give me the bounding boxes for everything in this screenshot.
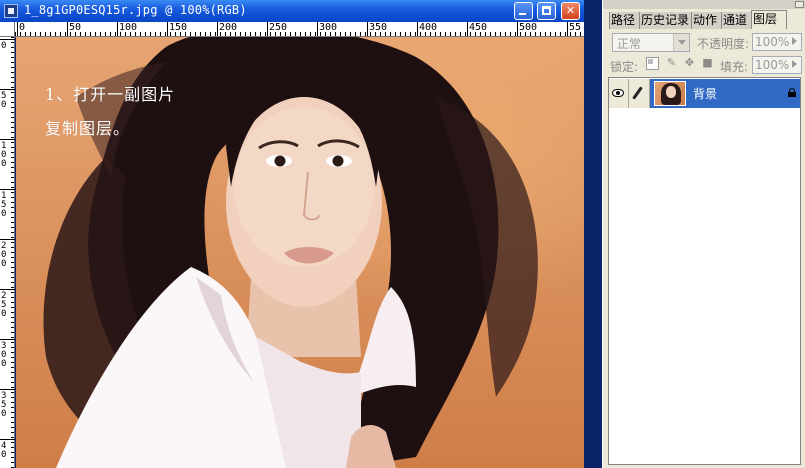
layers-list[interactable]: 背景	[608, 77, 801, 465]
layer-link-cell[interactable]	[629, 79, 650, 108]
panel-menu-arrow-icon[interactable]	[795, 1, 804, 8]
ruler-top-label: 200	[219, 22, 238, 33]
ruler-top-label: 350	[369, 22, 388, 33]
fill-value: 100%	[755, 58, 790, 72]
ruler-origin[interactable]	[0, 22, 15, 37]
ruler-top-label: 150	[169, 22, 188, 33]
fill-label: 填充:	[720, 60, 749, 74]
ruler-left-label: 350	[1, 391, 7, 419]
opacity-label: 不透明度:	[697, 37, 750, 51]
image-canvas[interactable]: 1、打开一副图片 复制图层。	[16, 37, 584, 468]
ruler-top-label: 400	[419, 22, 438, 33]
ruler-left-label: 300	[1, 341, 7, 369]
ruler-left-label: 0	[1, 41, 7, 51]
canvas-text-line-2: 复制图层。	[45, 119, 131, 138]
tab-actions[interactable]: 动作	[691, 12, 721, 29]
lock-image-icon[interactable]: ✎	[665, 57, 678, 70]
canvas-text-line-1: 1、打开一副图片	[45, 85, 176, 104]
ruler-left-tick	[0, 339, 15, 340]
ruler-left-tick	[0, 89, 15, 90]
opacity-value: 100%	[755, 35, 790, 49]
blend-mode-select[interactable]: 正常	[612, 33, 690, 52]
tab-history[interactable]: 历史记录	[639, 12, 691, 29]
lock-label: 锁定:	[610, 60, 639, 74]
horizontal-ruler[interactable]: 0 50 100 150 200 250 300 350 400 450 500 55	[15, 22, 584, 37]
ruler-top-label: 500	[519, 22, 538, 33]
layer-visibility-toggle[interactable]	[609, 79, 629, 108]
ruler-left-tick	[0, 239, 15, 240]
fill-field[interactable]: 100%	[752, 56, 802, 74]
ruler-left-tick	[0, 439, 15, 440]
eye-icon	[612, 89, 624, 97]
ruler-left-tick	[0, 39, 15, 40]
palette-tabs: 路径 历史记录 动作 通道 图层	[609, 10, 805, 29]
ruler-left-tick	[0, 289, 15, 290]
layers-palette: 路径 历史记录 动作 通道 图层 正常 不透明度: 100% 锁定: ✎ ✥ ■…	[602, 0, 805, 468]
minimize-button[interactable]	[514, 2, 533, 20]
lock-all-icon[interactable]: ■	[701, 57, 714, 70]
ruler-left-label: 40	[1, 441, 7, 460]
layer-row-background[interactable]: 背景	[609, 79, 800, 108]
ruler-left-label: 150	[1, 191, 7, 219]
fill-slider-arrow-icon[interactable]	[792, 57, 800, 73]
ruler-top-label: 50	[69, 22, 82, 33]
layer-lock-icon	[788, 88, 796, 97]
ruler-left-label: 250	[1, 291, 7, 319]
opacity-slider-arrow-icon[interactable]	[792, 34, 800, 50]
tab-channels[interactable]: 通道	[721, 12, 751, 29]
workspace-background	[584, 0, 602, 468]
ruler-top-label: 300	[319, 22, 338, 33]
layer-thumbnail[interactable]	[654, 81, 686, 106]
document-title-bar[interactable]: 1_8g1GP0ESQ15r.jpg @ 100%(RGB) ✕	[0, 0, 584, 22]
app-icon[interactable]	[4, 4, 18, 18]
ruler-left-tick	[0, 389, 15, 390]
ruler-top-label: 0	[19, 22, 26, 33]
maximize-button[interactable]	[537, 2, 556, 20]
ruler-left-label: 100	[1, 141, 7, 169]
lock-position-icon[interactable]: ✥	[683, 57, 696, 70]
document-window: 1_8g1GP0ESQ15r.jpg @ 100%(RGB) ✕ 0 50 100 1…	[0, 0, 584, 468]
ruler-left-label: 50	[1, 91, 7, 110]
tab-paths[interactable]: 路径	[609, 12, 639, 29]
ruler-top-label: 100	[119, 22, 138, 33]
brush-icon	[632, 86, 643, 100]
blend-mode-value: 正常	[617, 37, 642, 51]
ruler-left-tick	[0, 139, 15, 140]
ruler-top-label: 450	[469, 22, 488, 33]
close-icon: ✕	[565, 4, 576, 17]
ruler-top-label: 250	[269, 22, 288, 33]
ruler-left-label: 200	[1, 241, 7, 269]
close-button[interactable]: ✕	[561, 2, 580, 20]
chevron-down-icon[interactable]	[673, 34, 689, 51]
palette-grip[interactable]	[603, 0, 805, 9]
maximize-icon	[542, 6, 551, 15]
tab-layers[interactable]: 图层	[751, 10, 787, 29]
layer-name[interactable]: 背景	[693, 85, 717, 102]
ruler-left-tick	[0, 189, 15, 190]
ruler-top-label: 55	[569, 22, 582, 33]
document-title: 1_8g1GP0ESQ15r.jpg @ 100%(RGB)	[24, 3, 247, 17]
opacity-field[interactable]: 100%	[752, 33, 802, 51]
vertical-ruler[interactable]: 0 50 100 150 200 250 300 350 40	[0, 37, 15, 468]
minimize-icon	[519, 13, 526, 15]
lock-transparent-icon[interactable]	[646, 57, 659, 70]
